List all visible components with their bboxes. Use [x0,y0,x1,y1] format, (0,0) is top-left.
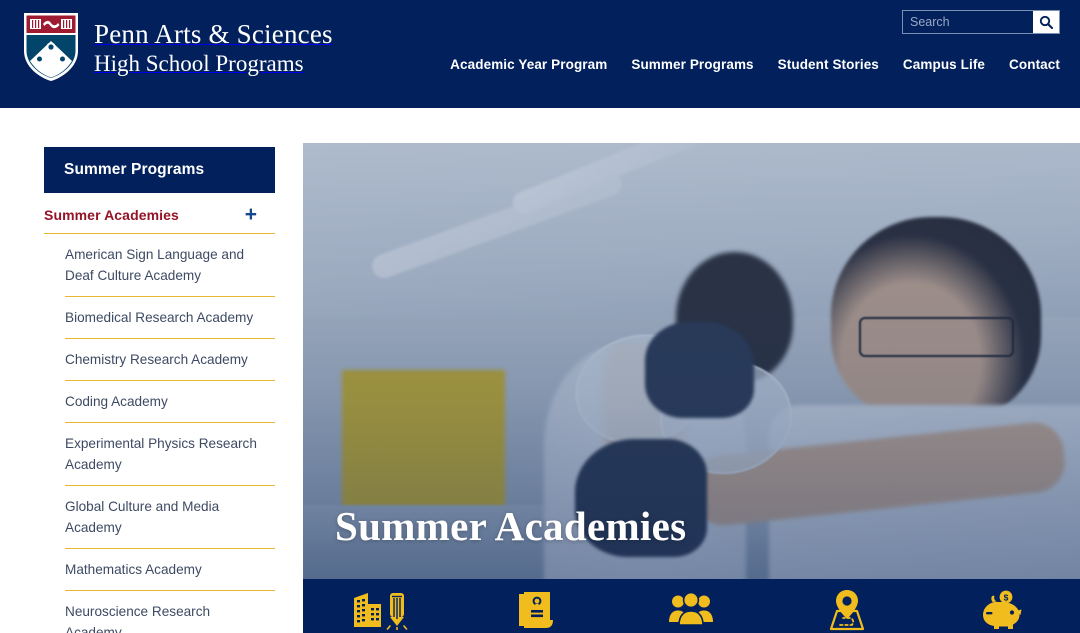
list-item: Chemistry Research Academy [65,339,275,381]
certificate-document-icon [517,590,555,630]
sidebar-item-neuroscience-research-academy[interactable]: Neuroscience Research Academy [65,591,275,633]
quick-link-academics[interactable] [321,586,441,633]
nav-item-contact[interactable]: Contact [1009,57,1060,72]
main-navigation: Academic Year Program Summer Programs St… [450,57,1060,72]
sidebar: Summer Programs Summer Academies + Ameri… [44,147,275,633]
search-icon [1039,15,1053,29]
sidebar-item-coding-academy[interactable]: Coding Academy [65,381,275,422]
sidebar-item-chemistry-research-academy[interactable]: Chemistry Research Academy [65,339,275,380]
search-submit-button[interactable] [1033,11,1059,33]
nav-item-academic-year-program[interactable]: Academic Year Program [450,57,607,72]
penn-shield-icon [22,11,80,83]
group-people-icon [668,592,714,628]
site-header: Penn Arts & Sciences High School Program… [0,0,1080,108]
sidebar-item-biomedical-research-academy[interactable]: Biomedical Research Academy [65,297,275,338]
list-item: Biomedical Research Academy [65,297,275,339]
hero-banner: Summer Academies [303,143,1080,579]
list-item: Global Culture and Media Academy [65,486,275,549]
nav-item-student-stories[interactable]: Student Stories [778,57,879,72]
sidebar-item-mathematics-academy[interactable]: Mathematics Academy [65,549,275,590]
sidebar-section-label: Summer Academies [44,207,179,223]
list-item: Neuroscience Research Academy [65,591,275,633]
list-item: Mathematics Academy [65,549,275,591]
search-input[interactable] [903,11,1033,33]
quick-link-location[interactable] [787,586,907,633]
campus-building-pencil-icon [350,590,412,630]
sidebar-title: Summer Programs [44,147,275,193]
quick-link-student-life[interactable] [631,586,751,633]
list-item: American Sign Language and Deaf Culture … [65,234,275,297]
sidebar-item-asl-deaf-culture-academy[interactable]: American Sign Language and Deaf Culture … [65,234,275,296]
map-location-pin-icon [825,589,869,631]
quick-links-icon-bar: $ [303,579,1080,633]
piggy-bank-icon: $ [980,590,1024,630]
brand-title-line2: High School Programs [94,51,304,76]
list-item: Coding Academy [65,381,275,423]
nav-item-campus-life[interactable]: Campus Life [903,57,985,72]
hero-title: Summer Academies [335,503,687,549]
plus-icon[interactable]: + [245,204,257,225]
site-logo-link[interactable]: Penn Arts & Sciences High School Program… [22,11,333,83]
sidebar-section-summer-academies[interactable]: Summer Academies + [44,193,275,234]
sidebar-submenu: American Sign Language and Deaf Culture … [44,234,275,633]
quick-link-tuition[interactable]: $ [942,586,1062,633]
page-body: Summer Programs Summer Academies + Ameri… [0,108,1080,633]
sidebar-item-global-culture-media-academy[interactable]: Global Culture and Media Academy [65,486,275,548]
sidebar-item-experimental-physics-academy[interactable]: Experimental Physics Research Academy [65,423,275,485]
nav-item-summer-programs[interactable]: Summer Programs [631,57,753,72]
svg-text:$: $ [1004,593,1009,603]
brand-title-line1: Penn Arts & Sciences [94,19,333,49]
search-box [902,10,1060,34]
list-item: Experimental Physics Research Academy [65,423,275,486]
quick-link-admissions[interactable] [476,586,596,633]
